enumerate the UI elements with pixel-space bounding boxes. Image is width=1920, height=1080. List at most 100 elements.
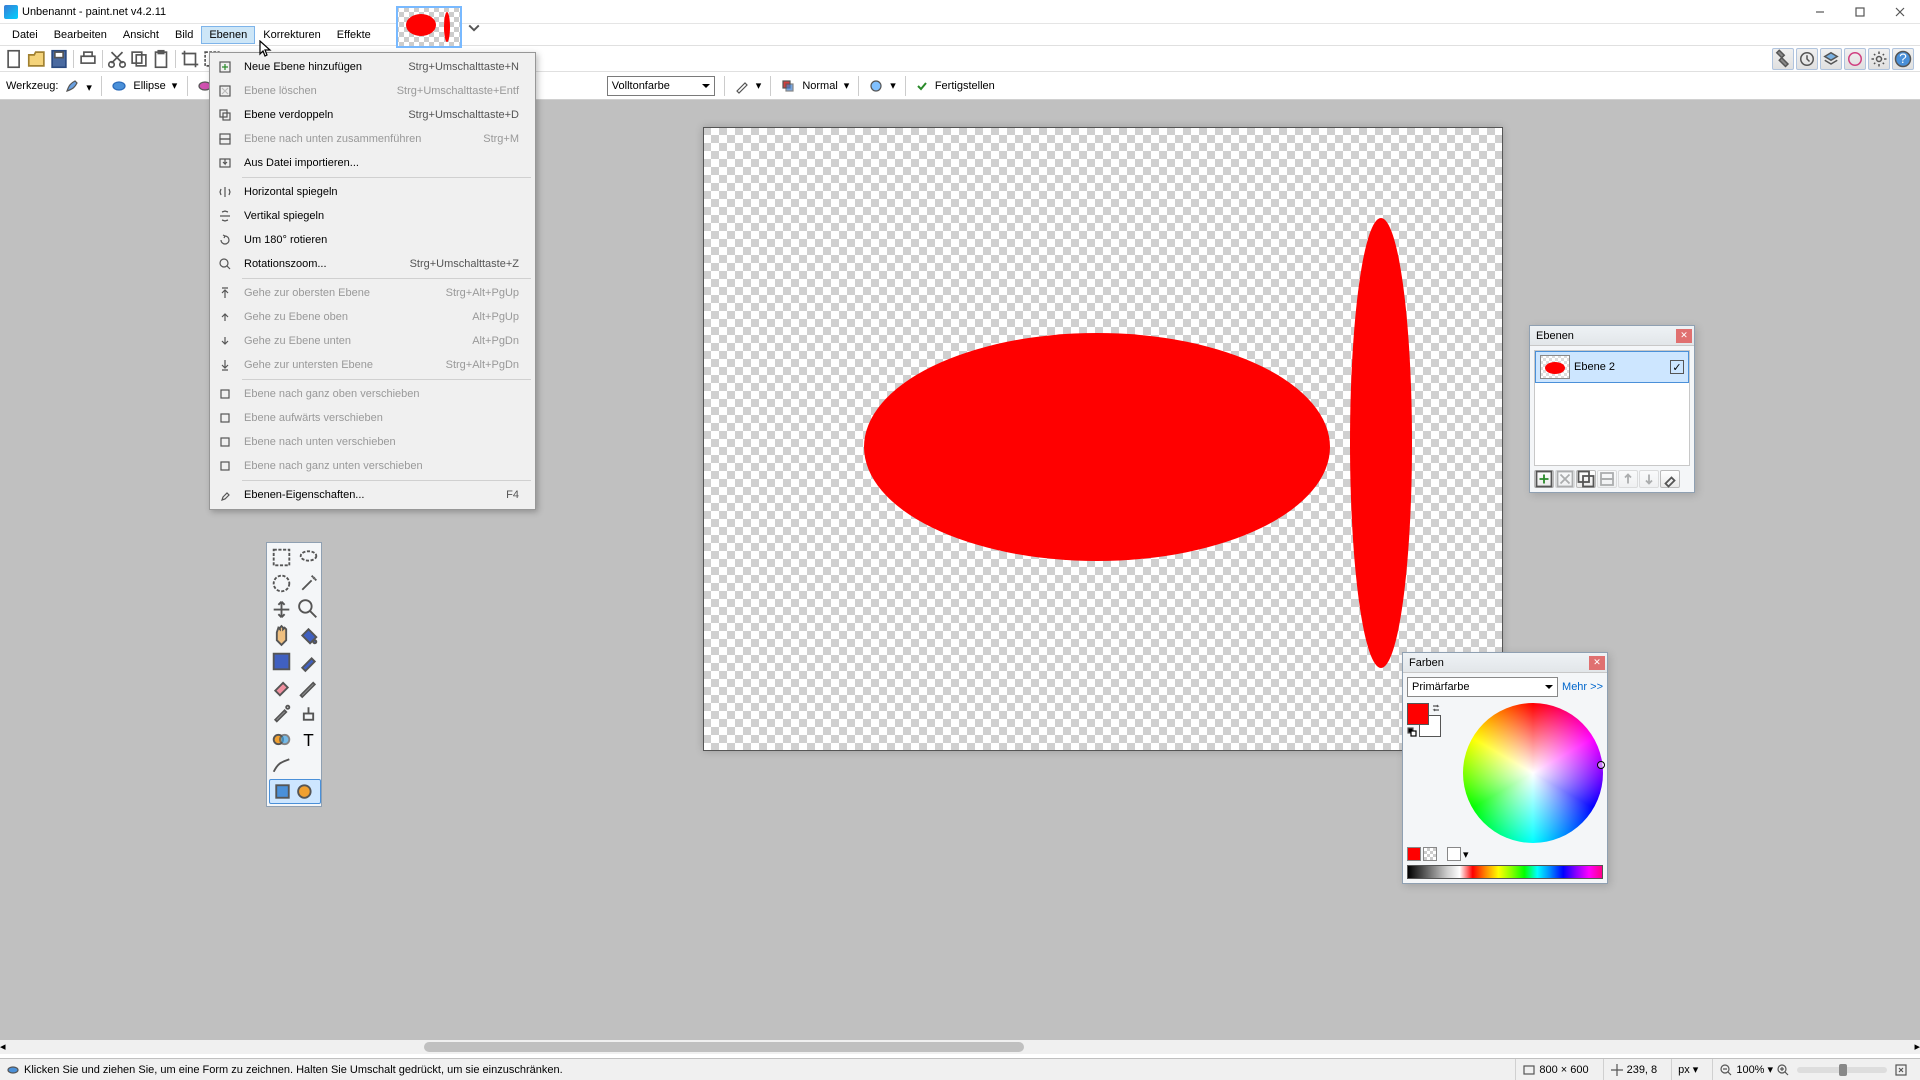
layer-tb-add-icon[interactable] [1534, 470, 1554, 488]
tool-line[interactable] [269, 753, 294, 778]
paste-icon[interactable] [150, 48, 172, 70]
settings-icon[interactable] [1868, 48, 1890, 70]
colors-panel-close-icon[interactable]: ✕ [1589, 656, 1605, 670]
menu-duplicate-layer[interactable]: Ebene verdoppeln Strg+Umschalttaste+D [212, 103, 533, 127]
tool-magic-wand[interactable] [296, 571, 321, 596]
swap-colors-icon[interactable] [1431, 703, 1441, 713]
reset-colors-icon[interactable] [1407, 727, 1417, 737]
colors-panel-header[interactable]: Farben ✕ [1403, 653, 1607, 673]
menu-rotate-zoom[interactable]: Rotationszoom... Strg+Umschalttaste+Z [212, 252, 533, 276]
brush-width-icon[interactable] [734, 78, 750, 94]
color-wheel-cursor[interactable] [1597, 761, 1605, 769]
tool-lasso[interactable] [296, 545, 321, 570]
cut-icon[interactable] [106, 48, 128, 70]
menu-flip-horizontal[interactable]: Horizontal spiegeln [212, 180, 533, 204]
tool-shapes[interactable] [269, 779, 321, 804]
scroll-right-arrow[interactable]: ▸ [1906, 1040, 1920, 1054]
minimize-button[interactable] [1800, 0, 1840, 23]
antialias-icon[interactable] [868, 78, 884, 94]
tool-paint-bucket[interactable] [296, 623, 321, 648]
color-wheel[interactable] [1463, 703, 1603, 843]
canvas[interactable] [703, 127, 1503, 751]
tool-recolor[interactable] [269, 727, 294, 752]
app-icon [4, 5, 18, 19]
layer-tb-properties-icon[interactable] [1660, 470, 1680, 488]
menu-ansicht[interactable]: Ansicht [115, 26, 167, 44]
menu-add-layer[interactable]: Neue Ebene hinzufügen Strg+Umschalttaste… [212, 55, 533, 79]
tool-clone-stamp[interactable] [296, 701, 321, 726]
menu-rotate-180[interactable]: Um 180° rotieren [212, 228, 533, 252]
tool-rect-select[interactable] [269, 545, 294, 570]
tool-pan[interactable] [269, 623, 294, 648]
tool-pencil[interactable] [296, 675, 321, 700]
tool-current-icon[interactable] [64, 78, 80, 94]
recent-color-1[interactable] [1407, 847, 1421, 861]
copy-icon[interactable] [128, 48, 150, 70]
zoom-fit-icon[interactable] [1894, 1063, 1908, 1077]
menu-bearbeiten[interactable]: Bearbeiten [46, 26, 115, 44]
maximize-button[interactable] [1840, 0, 1880, 23]
zoom-slider[interactable] [1797, 1067, 1887, 1073]
flip-h-icon [212, 185, 238, 199]
blend-mode-label[interactable]: Normal [802, 80, 837, 92]
unit-label[interactable]: px [1678, 1064, 1690, 1076]
menu-ebenen[interactable]: Ebenen [201, 26, 255, 44]
horizontal-scrollbar[interactable]: ◂ ▸ [0, 1040, 1920, 1054]
recent-color-2[interactable] [1423, 847, 1437, 861]
zoom-level[interactable]: 100% [1736, 1064, 1764, 1076]
menu-layer-properties[interactable]: Ebenen-Eigenschaften... F4 [212, 483, 533, 507]
zoom-slider-thumb[interactable] [1839, 1064, 1847, 1076]
thumb-menu-icon[interactable] [466, 15, 482, 39]
import-icon [212, 156, 238, 170]
colors-more-button[interactable]: Mehr >> [1562, 681, 1603, 693]
tool-ellipse-select[interactable] [269, 571, 294, 596]
panel-layers-icon[interactable] [1820, 48, 1842, 70]
colors-panel[interactable]: Farben ✕ Primärfarbe Mehr >> ▾ [1402, 652, 1608, 884]
fill-combo[interactable]: Volltonfarbe [607, 76, 715, 96]
menu-korrekturen[interactable]: Korrekturen [255, 26, 328, 44]
panel-history-icon[interactable] [1796, 48, 1818, 70]
crop-icon[interactable] [179, 48, 201, 70]
print-icon[interactable] [77, 48, 99, 70]
menu-flip-vertical[interactable]: Vertikal spiegeln [212, 204, 533, 228]
palette-add-icon[interactable] [1447, 847, 1461, 861]
scroll-left-arrow[interactable]: ◂ [0, 1040, 14, 1054]
go-top-icon [212, 286, 238, 300]
menu-bild[interactable]: Bild [167, 26, 201, 44]
panel-tools-icon[interactable] [1772, 48, 1794, 70]
menu-datei[interactable]: Datei [4, 26, 46, 44]
layers-panel-header[interactable]: Ebenen ✕ [1530, 326, 1694, 346]
save-file-icon[interactable] [48, 48, 70, 70]
tool-move-selection[interactable] [269, 597, 294, 622]
new-file-icon[interactable] [4, 48, 26, 70]
layer-tb-duplicate-icon[interactable] [1576, 470, 1596, 488]
document-thumb[interactable] [396, 6, 462, 48]
help-icon[interactable]: ? [1892, 48, 1914, 70]
open-file-icon[interactable] [26, 48, 48, 70]
scroll-thumb[interactable] [424, 1042, 1024, 1052]
tool-gradient[interactable] [269, 649, 294, 674]
tool-brush[interactable] [296, 649, 321, 674]
tool-eraser[interactable] [269, 675, 294, 700]
tools-panel[interactable]: T [266, 542, 322, 807]
tool-text[interactable]: T [296, 727, 321, 752]
zoom-out-icon[interactable] [1719, 1063, 1733, 1077]
finish-button[interactable]: Fertigstellen [935, 80, 995, 92]
tool-color-picker[interactable] [269, 701, 294, 726]
menu-effekte[interactable]: Effekte [329, 26, 379, 44]
primary-color[interactable] [1407, 703, 1429, 725]
layer-visibility-checkbox[interactable]: ✓ [1670, 360, 1684, 374]
layer-row[interactable]: Ebene 2 ✓ [1535, 351, 1689, 383]
menu-import-file[interactable]: Aus Datei importieren... [212, 151, 533, 175]
document-thumb-strip [396, 6, 482, 48]
zoom-in-icon[interactable] [1776, 1063, 1790, 1077]
color-palette-strip[interactable] [1407, 865, 1603, 879]
tool-zoom[interactable] [296, 597, 321, 622]
layers-panel[interactable]: Ebenen ✕ Ebene 2 ✓ [1529, 325, 1695, 493]
panel-colors-icon[interactable] [1844, 48, 1866, 70]
layers-panel-close-icon[interactable]: ✕ [1676, 329, 1692, 343]
tool-label: Werkzeug: [6, 80, 58, 92]
close-button[interactable] [1880, 0, 1920, 23]
color-swatch-pair[interactable] [1407, 703, 1441, 737]
color-channel-select[interactable]: Primärfarbe [1407, 677, 1558, 697]
